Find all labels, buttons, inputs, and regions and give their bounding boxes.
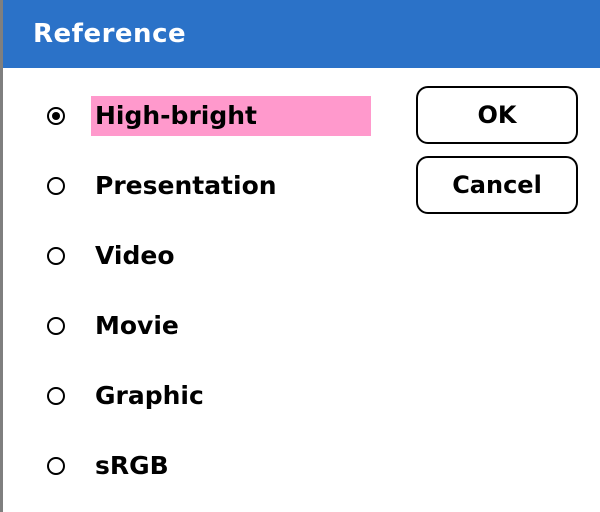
dialog-titlebar: Reference — [3, 0, 600, 68]
radio-unselected-icon[interactable] — [47, 177, 65, 195]
option-label: Movie — [95, 311, 179, 340]
option-label: Video — [95, 241, 175, 270]
radio-selected-icon[interactable] — [47, 107, 65, 125]
option-presentation[interactable]: Presentation — [43, 166, 383, 206]
option-srgb[interactable]: sRGB — [43, 446, 383, 486]
option-high-bright[interactable]: High-bright — [43, 96, 383, 136]
radio-unselected-icon[interactable] — [47, 387, 65, 405]
option-label: High-bright — [91, 96, 371, 136]
option-graphic[interactable]: Graphic — [43, 376, 383, 416]
dialog-title: Reference — [33, 19, 187, 49]
radio-unselected-icon[interactable] — [47, 457, 65, 475]
ok-button[interactable]: OK — [416, 86, 578, 144]
option-movie[interactable]: Movie — [43, 306, 383, 346]
radio-unselected-icon[interactable] — [47, 317, 65, 335]
cancel-button[interactable]: Cancel — [416, 156, 578, 214]
option-video[interactable]: Video — [43, 236, 383, 276]
reference-dialog: Reference High-bright Presentation Video… — [0, 0, 600, 512]
option-label: Presentation — [95, 171, 277, 200]
radio-unselected-icon[interactable] — [47, 247, 65, 265]
option-label: sRGB — [95, 451, 169, 480]
option-label: Graphic — [95, 381, 204, 410]
